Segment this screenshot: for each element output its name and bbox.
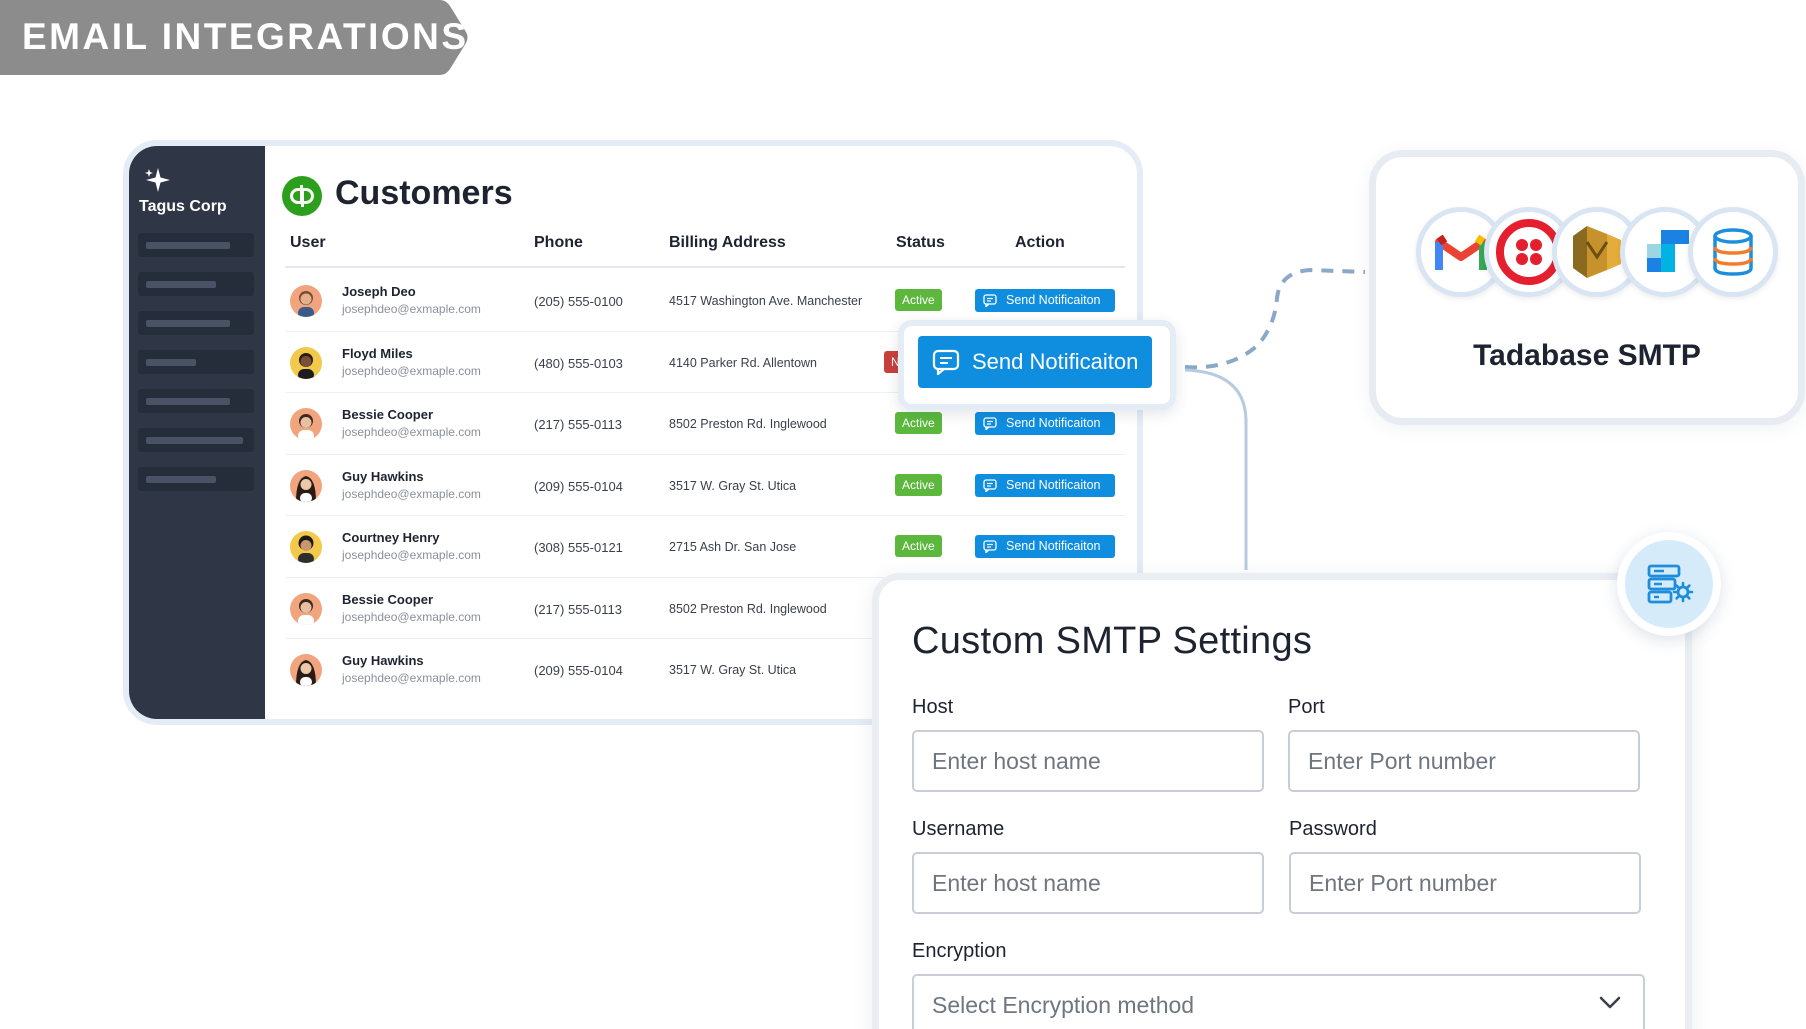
send-notification-button[interactable]: Send Notificaiton — [975, 473, 1115, 497]
sidebar-item-6[interactable] — [138, 428, 254, 452]
avatar — [290, 592, 322, 625]
user-phone: (205) 555-0100 — [534, 294, 623, 309]
quickbooks-icon — [282, 176, 322, 216]
smtp-title: Tadabase SMTP — [1473, 339, 1701, 372]
status-badge: Active — [895, 289, 942, 311]
user-name: Joseph Deo — [342, 284, 416, 299]
send-notification-button[interactable]: Send Notificaiton — [975, 535, 1115, 558]
user-name: Guy Hawkins — [342, 468, 424, 484]
password-label: Password — [1289, 818, 1377, 840]
send-notification-label: Send Notificaiton — [1006, 539, 1101, 553]
user-name: Courtney Henry — [342, 530, 440, 545]
column-header-billing[interactable]: Billing Address — [669, 234, 786, 252]
sidebar-item-1[interactable] — [138, 233, 254, 257]
status-badge: Active — [895, 473, 942, 496]
status-badge: Active — [895, 535, 942, 557]
encryption-placeholder: Select Encryption method — [932, 992, 1195, 1018]
user-email: josephdeo@exmaple.com — [342, 302, 481, 316]
port-input[interactable] — [1288, 730, 1640, 792]
message-icon — [983, 478, 997, 492]
billing-address: 2715 Ash Dr. San Jose — [669, 540, 797, 554]
send-notification-button[interactable]: Send Notificaiton — [975, 289, 1115, 312]
encryption-select[interactable]: Select Encryption method — [912, 974, 1645, 1029]
encryption-label: Encryption — [912, 940, 1007, 962]
highlighted-action: Send Notificaiton — [898, 320, 1176, 410]
send-notification-button-large[interactable]: Send Notificaiton — [918, 336, 1152, 388]
user-phone: (480) 555-0103 — [534, 355, 623, 371]
billing-address: 3517 W. Gray St. Utica — [669, 478, 797, 493]
user-phone: (209) 555-0104 — [534, 663, 623, 678]
user-phone: (217) 555-0113 — [534, 601, 622, 617]
send-notification-label: Send Notificaiton — [1006, 477, 1101, 492]
column-header-status[interactable]: Status — [896, 234, 945, 252]
sidebar-item-3[interactable] — [138, 311, 254, 335]
username-label: Username — [912, 818, 1005, 840]
billing-address: 8502 Preston Rd. Inglewood — [669, 601, 827, 616]
send-notification-label: Send Notificaiton — [1006, 293, 1101, 307]
avatar — [290, 408, 322, 440]
user-email: josephdeo@exmaple.com — [342, 425, 481, 439]
billing-address: 4140 Parker Rd. Allentown — [669, 355, 818, 370]
send-notification-label: Send Notificaiton — [972, 349, 1139, 374]
user-name: Bessie Cooper — [342, 407, 434, 422]
custom-smtp-settings-panel: Custom SMTP Settings Host Port Username … — [872, 573, 1692, 1029]
column-header-phone[interactable]: Phone — [534, 234, 583, 252]
brand-name: Tagus Corp — [139, 198, 227, 215]
host-input[interactable] — [912, 730, 1264, 792]
billing-address: 4517 Washington Ave. Manchester — [669, 294, 863, 308]
sidebar-item-4[interactable] — [138, 350, 254, 374]
column-header-action[interactable]: Action — [1015, 234, 1065, 252]
table-row[interactable]: Guy Hawkins josephdeo@exmaple.com (209) … — [285, 455, 1125, 516]
tadabase-smtp-card: Tadabase SMTP — [1369, 150, 1805, 425]
user-name: Floyd Miles — [342, 345, 413, 361]
user-phone: (209) 555-0104 — [534, 478, 623, 494]
database-icon — [1688, 207, 1778, 297]
user-email: josephdeo@exmaple.com — [342, 609, 481, 624]
password-input[interactable] — [1289, 852, 1641, 914]
message-icon — [983, 540, 997, 553]
table-header: User Phone Billing Address Status Action — [285, 218, 1125, 268]
message-icon — [932, 349, 960, 375]
avatar — [290, 346, 322, 379]
sidebar-item-7[interactable] — [138, 467, 254, 491]
user-name: Bessie Cooper — [342, 591, 434, 607]
billing-address: 3517 W. Gray St. Utica — [669, 663, 797, 677]
sidebar: Tagus Corp — [129, 146, 265, 719]
message-icon — [983, 294, 997, 307]
status-badge: Active — [895, 412, 942, 434]
sparkle-logo-icon — [145, 168, 170, 192]
username-input[interactable] — [912, 852, 1264, 914]
sidebar-item-5[interactable] — [138, 389, 254, 413]
port-label: Port — [1288, 696, 1325, 718]
user-email: josephdeo@exmaple.com — [342, 671, 481, 685]
page-title: Customers — [335, 174, 513, 212]
user-phone: (308) 555-0121 — [534, 540, 623, 555]
settings-title: Custom SMTP Settings — [912, 620, 1313, 662]
table-row[interactable]: Courtney Henry josephdeo@exmaple.com (30… — [285, 516, 1125, 578]
provider-logos — [1416, 207, 1778, 302]
user-email: josephdeo@exmaple.com — [342, 548, 481, 562]
user-email: josephdeo@exmaple.com — [342, 486, 481, 501]
sidebar-item-2[interactable] — [138, 272, 254, 296]
send-notification-button[interactable]: Send Notificaiton — [975, 412, 1115, 435]
user-name: Guy Hawkins — [342, 653, 424, 668]
server-settings-badge — [1617, 532, 1721, 636]
message-icon — [983, 417, 997, 430]
server-settings-icon — [1647, 564, 1694, 604]
host-label: Host — [912, 696, 954, 718]
billing-address: 8502 Preston Rd. Inglewood — [669, 417, 827, 431]
send-notification-label: Send Notificaiton — [1006, 416, 1101, 430]
user-email: josephdeo@exmaple.com — [342, 363, 481, 378]
avatar — [290, 469, 322, 502]
column-header-user[interactable]: User — [290, 234, 326, 252]
avatar — [290, 285, 322, 317]
avatar — [290, 654, 322, 686]
user-phone: (217) 555-0113 — [534, 417, 622, 432]
avatar — [290, 531, 322, 563]
chevron-down-icon — [1599, 996, 1621, 1009]
